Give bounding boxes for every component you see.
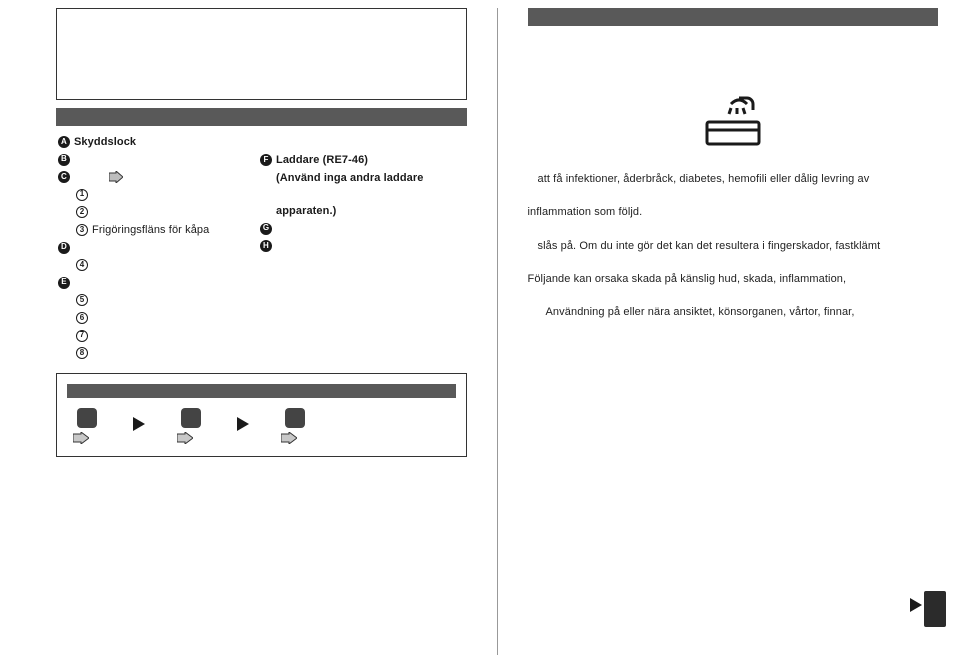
page-next-icon xyxy=(910,598,922,615)
part-f-line3: apparaten.) xyxy=(260,203,467,221)
part-d: D xyxy=(58,240,258,258)
part-e6: 6 xyxy=(76,310,258,328)
part-c: C xyxy=(58,169,258,187)
text-p4: Följande kan orsaka skada på känslig hud… xyxy=(528,270,939,289)
page-tab xyxy=(924,591,946,627)
part-c1: 1 xyxy=(76,187,258,205)
shower-bath-icon xyxy=(528,92,939,150)
step-1 xyxy=(67,408,107,444)
part-g: G xyxy=(260,221,467,239)
part-f-line2: (Använd inga andra laddare xyxy=(260,170,467,188)
section-bar-right xyxy=(528,8,939,26)
left-column: ASkyddslock B C 1 2 3Frigöringsfläns för… xyxy=(56,8,467,655)
text-p1: att få infektioner, åderbråck, diabetes,… xyxy=(538,170,939,189)
part-e: E xyxy=(58,275,258,293)
arrow-right-icon xyxy=(281,432,297,444)
section-bar-left xyxy=(56,108,467,126)
part-c2: 2 xyxy=(76,204,258,222)
step-3 xyxy=(275,408,315,444)
triangle-icon xyxy=(237,417,249,434)
part-e8: 8 xyxy=(76,345,258,363)
text-p2: inflammation som följd. xyxy=(528,203,939,222)
part-d4: 4 xyxy=(76,257,258,275)
part-h: H xyxy=(260,238,467,256)
part-e7: 7 xyxy=(76,328,258,346)
parts-list: ASkyddslock B C 1 2 3Frigöringsfläns för… xyxy=(56,134,467,363)
arrow-right-icon xyxy=(177,432,193,444)
body-text: att få infektioner, åderbråck, diabetes,… xyxy=(528,170,939,336)
part-a: ASkyddslock xyxy=(58,134,258,152)
part-f: FLaddare (RE7-46) xyxy=(260,152,467,170)
part-b: B xyxy=(58,152,258,170)
arrow-right-icon xyxy=(109,171,123,183)
steps-bar xyxy=(67,384,456,398)
step-2 xyxy=(171,408,211,444)
arrow-right-icon xyxy=(73,432,89,444)
right-column: att få infektioner, åderbråck, diabetes,… xyxy=(528,8,939,655)
part-e5: 5 xyxy=(76,292,258,310)
text-p5: Användning på eller nära ansiktet, könso… xyxy=(546,303,939,322)
triangle-icon xyxy=(133,417,145,434)
intro-box xyxy=(56,8,467,100)
text-p3: slås på. Om du inte gör det kan det resu… xyxy=(538,237,939,256)
column-divider xyxy=(497,8,498,655)
steps-box xyxy=(56,373,467,457)
part-c3: 3Frigöringsfläns för kåpa xyxy=(76,222,258,240)
